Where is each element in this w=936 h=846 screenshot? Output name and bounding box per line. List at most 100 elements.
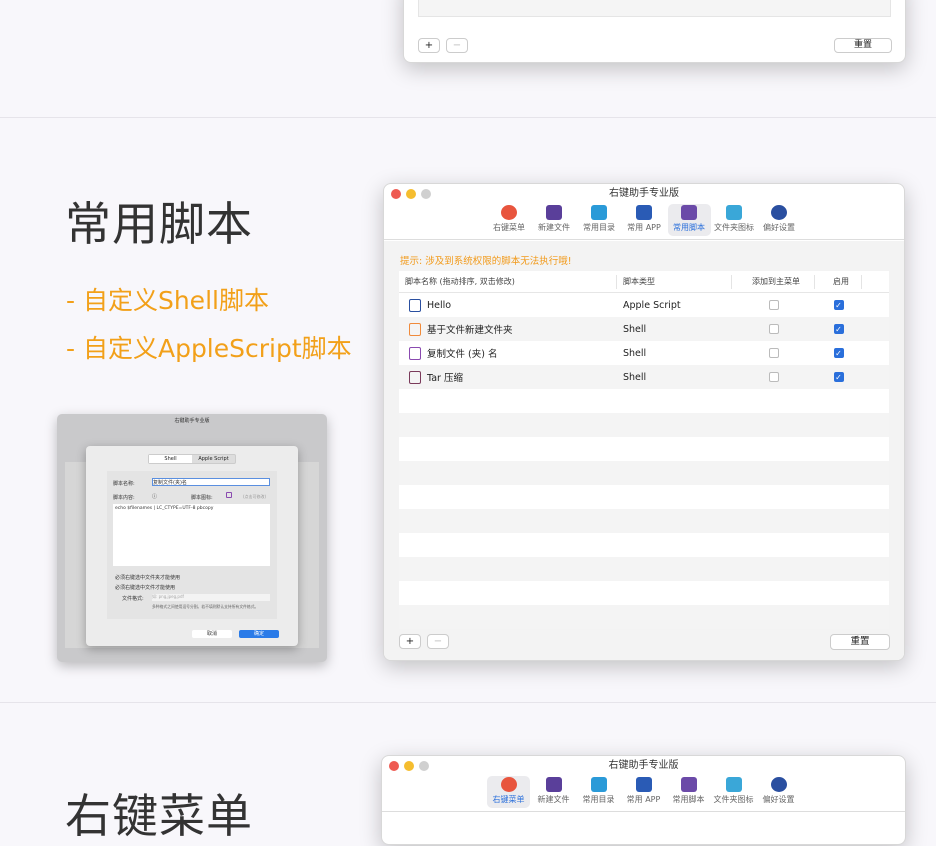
folder-star-icon bbox=[590, 777, 607, 792]
tab-label: 右键菜单 bbox=[493, 223, 525, 232]
empty-row bbox=[399, 533, 889, 557]
tab-label: 常用脚本 bbox=[672, 795, 705, 804]
tab-folder-heart[interactable]: 文件夹图标 bbox=[712, 776, 755, 808]
empty-row bbox=[399, 557, 889, 581]
zoom-button[interactable] bbox=[419, 761, 429, 771]
section-heading: 右键菜单 bbox=[65, 789, 253, 843]
minimize-button[interactable] bbox=[404, 761, 414, 771]
reset-button[interactable]: 重置 bbox=[830, 634, 890, 650]
tab-script[interactable]: 常用脚本 bbox=[667, 204, 711, 236]
tab-script[interactable]: 常用脚本 bbox=[667, 776, 710, 808]
tab-gear[interactable]: 偏好设置 bbox=[758, 204, 801, 236]
script-icon bbox=[409, 346, 421, 360]
table-header: 脚本名称 (拖动排序, 双击修改) 脚本类型 添加到主菜单 启用 bbox=[399, 271, 889, 293]
script-icon[interactable] bbox=[226, 492, 232, 498]
empty-row bbox=[399, 485, 889, 509]
enabled-checkbox[interactable]: ✓ bbox=[833, 348, 844, 358]
tab-folder-star[interactable]: 常用目录 bbox=[577, 776, 620, 808]
app-store-icon bbox=[636, 205, 652, 220]
script-icon bbox=[681, 205, 697, 220]
divider bbox=[0, 117, 936, 118]
ok-button[interactable]: 确定 bbox=[239, 630, 279, 638]
close-button[interactable] bbox=[391, 189, 401, 199]
add-to-main-checkbox[interactable] bbox=[768, 324, 779, 334]
tab-label: 文件夹图标 bbox=[713, 795, 754, 804]
folder-heart-icon bbox=[725, 777, 742, 792]
col-type[interactable]: 脚本类型 bbox=[617, 274, 732, 289]
enabled-checkbox[interactable]: ✓ bbox=[833, 324, 844, 334]
tab-applescript[interactable]: Apple Script bbox=[192, 455, 235, 463]
tab-list[interactable]: 右键菜单 bbox=[488, 204, 531, 236]
section-heading: 常用脚本 bbox=[65, 197, 253, 251]
window-title: 右键助手专业版 bbox=[608, 760, 679, 771]
format-note: 多种格式之间使用逗号分割。若不填则默认支持所有文件格式。 bbox=[152, 604, 259, 609]
tab-app-store[interactable]: 常用 APP bbox=[622, 776, 665, 808]
enabled-checkbox[interactable]: ✓ bbox=[833, 300, 844, 310]
empty-row bbox=[399, 461, 889, 485]
code-textarea[interactable]: echo $filenames | LC_CTYPE=UTF-8 pbcopy bbox=[113, 504, 270, 566]
folder-heart-icon bbox=[726, 205, 742, 220]
empty-row bbox=[399, 389, 889, 413]
add-to-main-checkbox[interactable] bbox=[768, 300, 779, 310]
tab-app-store[interactable]: 常用 APP bbox=[623, 204, 666, 236]
tab-folder-star[interactable]: 常用目录 bbox=[578, 204, 621, 236]
hint-text: 提示: 涉及到系统权限的脚本无法执行哦! bbox=[400, 256, 572, 267]
table-row[interactable]: 基于文件新建文件夹 Shell ✓ bbox=[399, 317, 889, 341]
col-name[interactable]: 脚本名称 (拖动排序, 双击修改) bbox=[399, 274, 617, 289]
remove-button[interactable]: − bbox=[427, 634, 449, 649]
col-main-menu[interactable]: 添加到主菜单 bbox=[732, 274, 815, 289]
option-file-checkbox[interactable]: 必须右键选中文件才能使用 bbox=[115, 584, 175, 591]
script-icon bbox=[409, 370, 421, 384]
tab-label: 偏好设置 bbox=[763, 223, 795, 232]
option-folder-checkbox[interactable]: 必须右键选中文件夹才能使用 bbox=[115, 574, 180, 581]
toolbar: 右键菜单 新建文件 常用目录 常用 APP 常用脚本 文件夹图标 偏好设置 bbox=[382, 776, 905, 812]
cancel-button[interactable]: 取消 bbox=[192, 630, 232, 638]
add-button[interactable]: + bbox=[418, 38, 440, 53]
format-input[interactable]: 如: png,jpeg,pdf bbox=[152, 594, 270, 601]
empty-row bbox=[399, 437, 889, 461]
help-icon[interactable]: ⓘ bbox=[152, 493, 157, 500]
feature-bullet: - 自定义AppleScript脚本 bbox=[66, 334, 352, 363]
icon-hint: (点击可修改) bbox=[243, 494, 267, 499]
tab-new-file[interactable]: 新建文件 bbox=[532, 776, 575, 808]
tab-gear[interactable]: 偏好设置 bbox=[757, 776, 800, 808]
tab-label: 常用目录 bbox=[582, 795, 615, 804]
divider bbox=[0, 702, 936, 703]
script-name: 基于文件新建文件夹 bbox=[427, 325, 513, 336]
scripts-table: 脚本名称 (拖动排序, 双击修改) 脚本类型 添加到主菜单 启用 Hello A… bbox=[399, 271, 889, 629]
tab-label: 新建文件 bbox=[537, 795, 570, 804]
col-enabled[interactable]: 启用 bbox=[815, 274, 862, 289]
table-row[interactable]: Tar 压缩 Shell ✓ bbox=[399, 365, 889, 389]
tab-list[interactable]: 右键菜单 bbox=[487, 776, 530, 808]
toolbar: 右键菜单 新建文件 常用目录 常用 APP 常用脚本 文件夹图标 偏好设置 bbox=[384, 204, 904, 240]
script-name: 复制文件 (夹) 名 bbox=[427, 349, 498, 360]
remove-button[interactable]: − bbox=[446, 38, 468, 53]
script-icon bbox=[680, 777, 697, 792]
script-editor-screenshot: 右键助手专业版 Shell Apple Script 脚本名称: 复制文件(夹)… bbox=[57, 414, 327, 662]
new-file-icon bbox=[545, 777, 562, 792]
reset-button[interactable]: 重置 bbox=[834, 38, 892, 53]
add-to-main-checkbox[interactable] bbox=[768, 372, 779, 382]
enabled-checkbox[interactable]: ✓ bbox=[833, 372, 844, 382]
title-bar: 右键助手专业版 bbox=[384, 184, 904, 204]
name-label: 脚本名称: bbox=[113, 481, 135, 487]
close-button[interactable] bbox=[389, 761, 399, 771]
feature-bullet: - 自定义Shell脚本 bbox=[66, 286, 269, 315]
table-row[interactable]: Hello Apple Script ✓ bbox=[399, 293, 889, 317]
empty-row bbox=[399, 581, 889, 605]
zoom-button[interactable] bbox=[421, 189, 431, 199]
tab-new-file[interactable]: 新建文件 bbox=[533, 204, 576, 236]
minimize-button[interactable] bbox=[406, 189, 416, 199]
add-to-main-checkbox[interactable] bbox=[768, 348, 779, 358]
tab-label: 新建文件 bbox=[538, 223, 570, 232]
content-label: 脚本内容: bbox=[113, 495, 135, 501]
tab-shell[interactable]: Shell bbox=[149, 455, 192, 463]
tab-label: 常用 APP bbox=[627, 223, 661, 232]
tab-folder-heart[interactable]: 文件夹图标 bbox=[713, 204, 756, 236]
table-row[interactable]: 复制文件 (夹) 名 Shell ✓ bbox=[399, 341, 889, 365]
add-button[interactable]: + bbox=[399, 634, 421, 649]
tab-label: 偏好设置 bbox=[762, 795, 795, 804]
content: 提示: 涉及到系统权限的脚本无法执行哦! 脚本名称 (拖动排序, 双击修改) 脚… bbox=[384, 241, 904, 660]
tab-label: 常用 APP bbox=[626, 795, 661, 804]
name-input[interactable]: 复制文件(夹)名 bbox=[152, 478, 270, 486]
